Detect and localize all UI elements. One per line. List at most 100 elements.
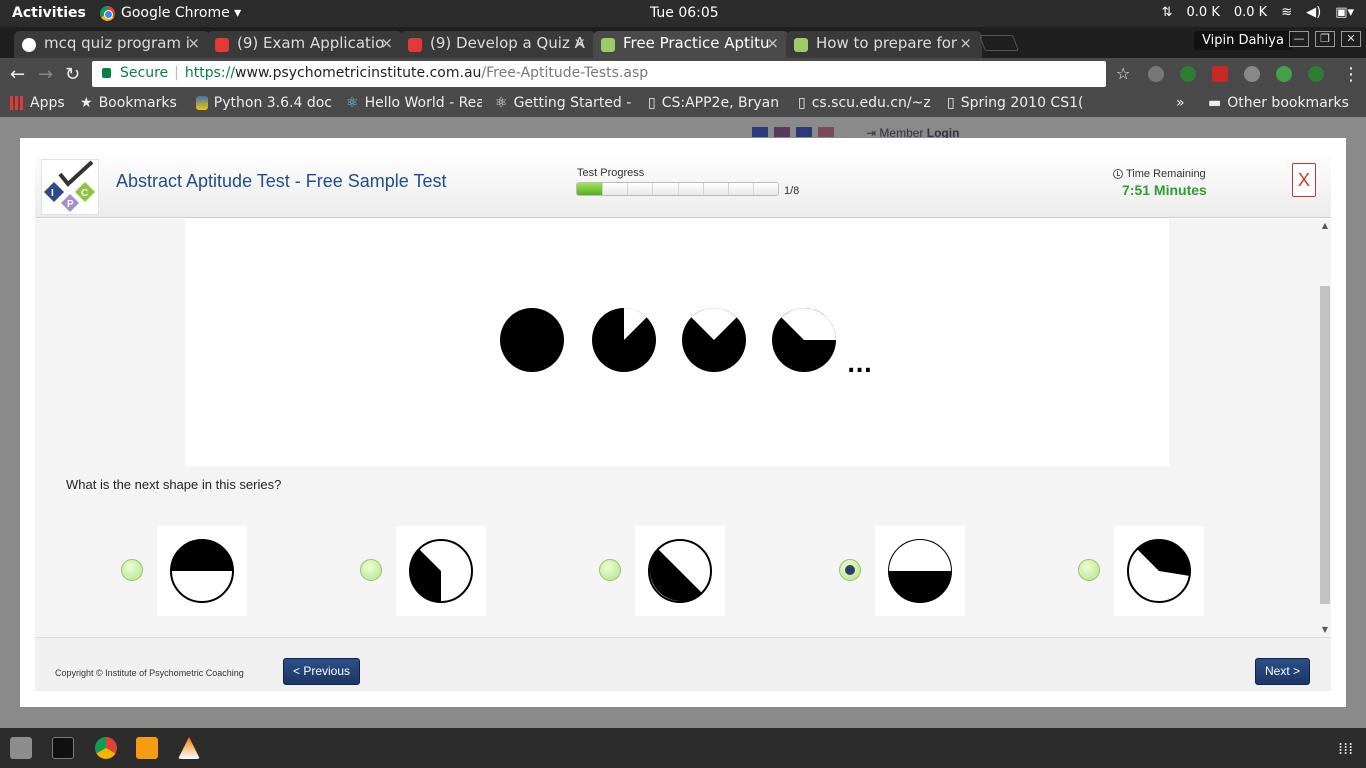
answer-radio-4[interactable]: [839, 559, 861, 581]
series-shape-1: [500, 308, 564, 372]
answer-radio-5[interactable]: [1078, 559, 1100, 581]
page-icon: ▯: [648, 95, 656, 111]
bookmark-python[interactable]: Python 3.6.4 doc: [196, 95, 332, 111]
answer-radio-2[interactable]: [360, 559, 382, 581]
extension-grammarly-icon[interactable]: [1180, 66, 1196, 82]
youtube-icon: [408, 38, 422, 52]
progress-segment-divider: [627, 183, 629, 195]
bookmark-label: Other bookmarks: [1227, 95, 1349, 111]
close-window-icon[interactable]: ✕: [1341, 31, 1361, 47]
new-tab-button[interactable]: [979, 35, 1019, 51]
chrome-menu-icon[interactable]: ⋮: [1342, 64, 1360, 85]
reload-icon[interactable]: ↻: [65, 64, 80, 85]
answer-radio-3[interactable]: [599, 559, 621, 581]
bookmark-hello-world[interactable]: ⚛ Hello World - Rea: [346, 95, 482, 111]
taskbar-dock: ⁞⁞⁞: [0, 728, 1366, 768]
shape-series: ...: [500, 308, 872, 378]
system-clock[interactable]: Tue 06:05: [650, 5, 719, 21]
series-ellipsis: ...: [847, 353, 872, 378]
question-area[interactable]: ... What is the next shape in this serie…: [35, 219, 1331, 637]
react-icon: ⚛: [495, 95, 508, 111]
close-tab-icon[interactable]: ×: [766, 34, 779, 52]
folder-icon: ▬: [1208, 95, 1222, 111]
apps-grid-icon: [10, 96, 24, 110]
flag-icon[interactable]: [752, 127, 768, 137]
browser-tab-2[interactable]: (9) Exam Applicatio ×: [207, 31, 403, 58]
sublime-text-icon[interactable]: [136, 737, 158, 759]
star-icon: ★: [80, 95, 93, 111]
app-menu[interactable]: Google Chrome ▾: [100, 5, 241, 21]
scroll-up-icon[interactable]: ▲: [1320, 221, 1330, 230]
site-favicon-icon: [794, 38, 808, 52]
progress-segment-divider: [752, 183, 754, 195]
bookmark-spring-2010[interactable]: ▯ Spring 2010 CS1(: [947, 95, 1083, 111]
question-scrollbar[interactable]: ▲ ▼: [1318, 219, 1331, 637]
test-footer: Copyright © Institute of Psychometric Co…: [35, 637, 1331, 691]
bookmark-bookmarks[interactable]: ★ Bookmarks: [80, 95, 177, 111]
answer-shape-5[interactable]: [1114, 526, 1204, 616]
flag-icon[interactable]: [796, 127, 812, 137]
extension-dollar-icon[interactable]: [1276, 66, 1292, 82]
secure-label: Secure: [120, 65, 169, 81]
browser-tab-3[interactable]: (9) Develop a Quiz A ×: [400, 31, 596, 58]
time-remaining-label: Time Remaining: [1113, 168, 1206, 180]
chrome-dock-icon[interactable]: [95, 737, 117, 759]
browser-tab-5[interactable]: How to prepare for ×: [786, 31, 982, 58]
back-arrow-icon[interactable]: ←: [10, 64, 25, 85]
close-tab-icon[interactable]: ×: [573, 34, 586, 52]
tab-title: mcq quiz program i: [44, 34, 190, 52]
browser-tab-1[interactable]: mcq quiz program i ×: [14, 31, 210, 58]
progress-segment-divider: [727, 183, 729, 195]
bookmark-label: cs.scu.edu.cn/~z: [811, 95, 931, 111]
other-bookmarks[interactable]: ▬ Other bookmarks: [1208, 95, 1349, 111]
tab-title: (9) Exam Applicatio: [237, 34, 385, 52]
extension-icon[interactable]: [1148, 66, 1164, 82]
vlc-icon[interactable]: [178, 737, 200, 759]
extension-shield-icon[interactable]: [1244, 66, 1260, 82]
close-tab-icon[interactable]: ×: [380, 34, 393, 52]
test-progress-bar: [576, 182, 779, 196]
bookmark-apps[interactable]: Apps: [10, 95, 65, 111]
answer-radio-1[interactable]: [121, 559, 143, 581]
progress-segment-divider: [602, 183, 604, 195]
net-down-speed: 0.0 K: [1233, 5, 1268, 20]
close-test-button[interactable]: X: [1292, 163, 1316, 197]
series-shape-4: [772, 308, 836, 372]
next-button[interactable]: Next >: [1255, 658, 1311, 685]
maximize-icon[interactable]: ❐: [1315, 31, 1335, 47]
close-tab-icon[interactable]: ×: [187, 34, 200, 52]
react-icon: ⚛: [346, 95, 359, 111]
scroll-thumb[interactable]: [1320, 286, 1330, 604]
show-applications-icon[interactable]: ⁞⁞⁞: [1338, 739, 1353, 758]
address-bar[interactable]: Secure | https://www.psychometricinstitute…: [92, 61, 1106, 87]
close-tab-icon[interactable]: ×: [959, 34, 972, 52]
system-tray[interactable]: ⇅ 0.0 K 0.0 K ≋ ◀) ▣▾: [1162, 5, 1354, 20]
flag-icon[interactable]: [774, 127, 790, 137]
previous-button[interactable]: < Previous: [283, 658, 361, 685]
bookmark-label: Python 3.6.4 doc: [213, 95, 332, 111]
answer-shape-1[interactable]: [157, 526, 247, 616]
bookmark-csapp[interactable]: ▯ CS:APP2e, Bryan: [648, 95, 784, 111]
answer-shape-2[interactable]: [396, 526, 486, 616]
extension-bookmark-icon[interactable]: [1212, 66, 1228, 82]
answer-shape-3[interactable]: [635, 526, 725, 616]
browser-tab-4-active[interactable]: Free Practice Aptitu ×: [593, 31, 789, 58]
minimize-icon[interactable]: —: [1289, 31, 1309, 47]
bookmarks-overflow-button[interactable]: »: [1176, 95, 1185, 111]
question-stimulus: ...: [185, 219, 1169, 466]
files-icon[interactable]: [10, 737, 32, 759]
extension-g-icon[interactable]: [1308, 66, 1324, 82]
bookmark-getting-started[interactable]: ⚛ Getting Started -: [495, 95, 631, 111]
bookmark-scu[interactable]: ▯ cs.scu.edu.cn/~z: [798, 95, 934, 111]
page-icon: ▯: [947, 95, 955, 111]
terminal-icon[interactable]: [52, 737, 74, 759]
bookmark-star-icon[interactable]: ☆: [1116, 64, 1130, 83]
flag-icon[interactable]: [818, 127, 834, 137]
forward-arrow-icon[interactable]: →: [38, 64, 53, 85]
answer-shape-4[interactable]: [875, 526, 965, 616]
profile-button[interactable]: Vipin Dahiya: [1194, 31, 1292, 50]
ipc-logo: I P C: [41, 159, 99, 215]
system-top-bar: Activities Google Chrome ▾ Tue 06:05 ⇅ 0…: [0, 0, 1366, 27]
activities-button[interactable]: Activities: [12, 5, 86, 21]
scroll-down-icon[interactable]: ▼: [1320, 625, 1330, 634]
